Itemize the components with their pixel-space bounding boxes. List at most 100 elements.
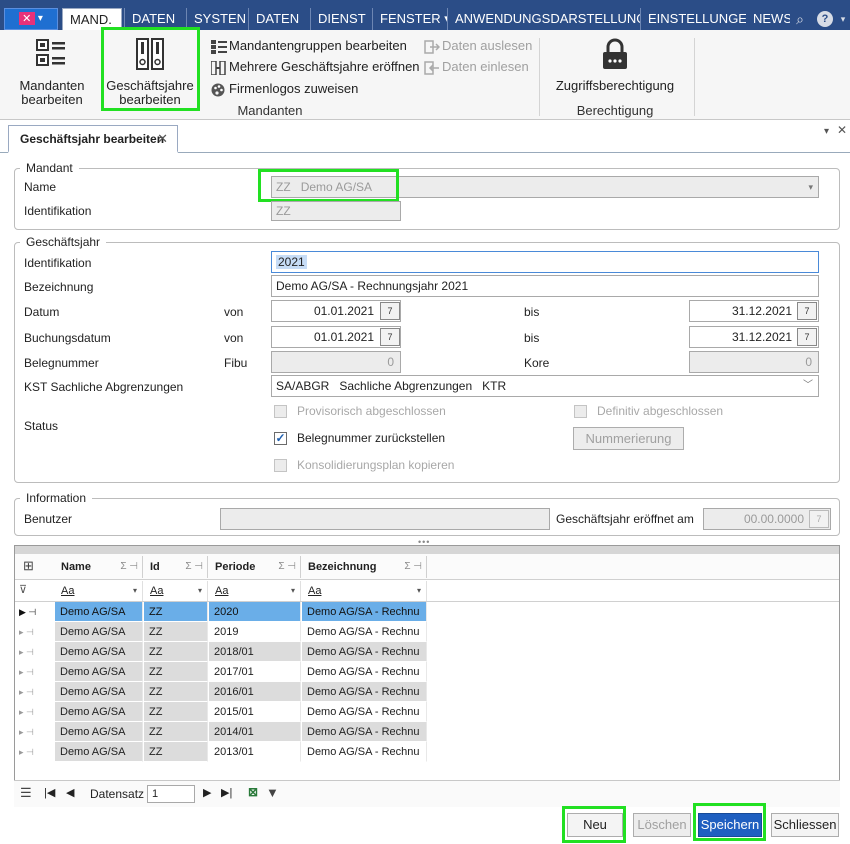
geschaeftsjahre-bearbeiten-button[interactable]: Geschäftsjahre bearbeiten xyxy=(104,38,196,107)
table-cell[interactable]: Demo AG/SA xyxy=(55,742,143,762)
daten-einlesen-button[interactable]: Daten einlesen xyxy=(424,57,529,77)
excel-export-icon[interactable]: ⊠ xyxy=(248,785,258,799)
nummerierung-button[interactable]: Nummerierung xyxy=(573,427,684,450)
zugriffsberechtigung-button[interactable]: Zugriffsberechtigung xyxy=(550,38,680,93)
defin-checkbox[interactable] xyxy=(574,405,587,418)
table-cell[interactable]: Demo AG/SA - Rechnu xyxy=(302,602,427,622)
loeschen-button[interactable]: Löschen xyxy=(633,813,691,837)
table-cell[interactable]: 2020 xyxy=(209,602,301,622)
menu-tab-daten-2[interactable]: DATEN xyxy=(248,8,308,30)
filter-toggle-icon[interactable]: ▼ xyxy=(266,785,279,800)
table-cell[interactable]: Demo AG/SA - Rechnu xyxy=(302,702,427,722)
filter-name[interactable]: Aa ▾ xyxy=(55,581,143,601)
chevron-down-icon: ▾ xyxy=(808,182,813,192)
table-cell[interactable]: Demo AG/SA - Rechnu xyxy=(302,742,427,762)
table-cell[interactable]: 2017/01 xyxy=(209,662,301,682)
calendar-icon[interactable]: 7 xyxy=(380,328,400,346)
menu-tab-fenster[interactable]: FENSTER ▾ xyxy=(372,8,447,30)
mandant-name-label: Name xyxy=(24,180,57,194)
table-cell[interactable]: 2018/01 xyxy=(209,642,301,662)
zurueck-checkbox[interactable]: ✓ xyxy=(274,432,287,445)
first-record-icon[interactable]: |◀ xyxy=(44,786,55,799)
konsol-label: Konsolidierungsplan kopieren xyxy=(297,458,455,472)
app-menu-button[interactable]: ▾ xyxy=(4,8,58,30)
table-cell[interactable]: ZZ xyxy=(144,742,208,762)
filter-icon[interactable]: ⊽ xyxy=(19,583,27,596)
konsol-checkbox[interactable] xyxy=(274,459,287,472)
table-cell[interactable]: 2015/01 xyxy=(209,702,301,722)
table-cell[interactable]: ZZ xyxy=(144,702,208,722)
gj-buchung-von-label: von xyxy=(224,331,244,345)
multi-year-icon xyxy=(211,60,226,75)
firmenlogos-button[interactable]: Firmenlogos zuweisen xyxy=(211,79,358,99)
column-header-id[interactable]: Id Σ ⊣ xyxy=(144,556,208,578)
table-cell[interactable]: Demo AG/SA xyxy=(55,662,143,682)
calendar-icon[interactable]: 7 xyxy=(380,302,400,320)
tab-label: Geschäftsjahr bearbeiten xyxy=(20,132,165,146)
table-cell[interactable]: ZZ xyxy=(144,602,208,622)
table-cell[interactable]: ZZ xyxy=(144,722,208,742)
table-cell[interactable]: ZZ xyxy=(144,662,208,682)
table-cell[interactable]: Demo AG/SA - Rechnu xyxy=(302,722,427,742)
table-cell[interactable]: ZZ xyxy=(144,682,208,702)
mandantengruppen-button[interactable]: Mandantengruppen bearbeiten xyxy=(211,36,407,56)
data-grid: ⊞ Name Σ ⊣ Id Σ ⊣ Periode Σ ⊣ Bezeichnung Σ … xyxy=(14,545,840,807)
menu-tab-dienst[interactable]: DIENST xyxy=(310,8,370,30)
table-cell[interactable]: 2019 xyxy=(209,622,301,642)
table-cell[interactable]: 2016/01 xyxy=(209,682,301,702)
tab-close-icon[interactable]: ✕ xyxy=(157,126,168,152)
table-cell[interactable]: ZZ xyxy=(144,622,208,642)
gj-bez-input[interactable]: Demo AG/SA - Rechnungsjahr 2021 xyxy=(271,275,819,297)
menu-tab-einstellungen[interactable]: EINSTELLUNGEN xyxy=(640,8,746,30)
gj-ident-input[interactable]: 2021 xyxy=(271,251,819,273)
column-header-periode-label: Periode xyxy=(215,561,256,573)
table-cell[interactable]: ZZ xyxy=(144,642,208,662)
table-cell[interactable]: Demo AG/SA xyxy=(55,682,143,702)
mandanten-bearbeiten-button[interactable]: Mandanten bearbeiten xyxy=(12,38,92,107)
daten-auslesen-button[interactable]: Daten auslesen xyxy=(424,36,532,56)
table-cell[interactable]: Demo AG/SA xyxy=(55,702,143,722)
table-cell[interactable]: Demo AG/SA xyxy=(55,722,143,742)
table-cell[interactable]: Demo AG/SA xyxy=(55,602,143,622)
table-cell[interactable]: Demo AG/SA - Rechnu xyxy=(302,662,427,682)
row-indicator-icon: ▸ ⊣ xyxy=(19,627,34,637)
window-close-icon[interactable]: ✕ xyxy=(837,123,847,137)
table-cell[interactable]: 2014/01 xyxy=(209,722,301,742)
datensatz-input[interactable]: 1 xyxy=(147,785,195,803)
filter-bezeichnung[interactable]: Aa ▾ xyxy=(302,581,427,601)
column-header-name[interactable]: Name Σ ⊣ xyxy=(55,556,143,578)
tab-geschaeftsjahr-bearbeiten[interactable]: Geschäftsjahr bearbeiten ✕ xyxy=(8,125,178,153)
help-icon[interactable]: ? xyxy=(817,11,833,27)
datensatz-label: Datensatz xyxy=(90,787,145,801)
help-dropdown-icon[interactable]: ▾ xyxy=(835,11,850,27)
calendar-icon[interactable]: 7 xyxy=(797,328,817,346)
table-cell[interactable]: Demo AG/SA - Rechnu xyxy=(302,622,427,642)
column-chooser-icon[interactable]: ⊞ xyxy=(23,558,34,574)
last-record-icon[interactable]: ▶| xyxy=(221,786,232,799)
table-cell[interactable]: Demo AG/SA xyxy=(55,642,143,662)
column-header-bezeichnung[interactable]: Bezeichnung Σ ⊣ xyxy=(302,556,427,578)
mehrere-geschaeftsjahre-button[interactable]: Mehrere Geschäftsjahre eröffnen xyxy=(211,57,420,77)
search-icon[interactable]: ⌕ xyxy=(792,11,808,27)
prev-record-icon[interactable]: ◀ xyxy=(66,786,74,799)
menu-tab-news[interactable]: NEWS xyxy=(746,8,790,30)
tab-dropdown-icon[interactable]: ▾ xyxy=(824,126,829,137)
export-icon xyxy=(424,39,440,54)
gj-kst-select[interactable]: SA/ABGR Sachliche Abgrenzungen KTR ﹀ xyxy=(271,375,819,397)
prov-checkbox[interactable] xyxy=(274,405,287,418)
table-cell[interactable]: Demo AG/SA xyxy=(55,622,143,642)
gj-kore-field: 0 xyxy=(689,351,819,373)
table-cell[interactable]: Demo AG/SA - Rechnu xyxy=(302,682,427,702)
filter-id[interactable]: Aa ▾ xyxy=(144,581,208,601)
filter-periode[interactable]: Aa ▾ xyxy=(209,581,301,601)
layout-icon[interactable]: ☰ xyxy=(20,785,32,801)
schliessen-button[interactable]: Schliessen xyxy=(771,813,839,837)
zurueck-label: Belegnummer zurückstellen xyxy=(297,431,446,445)
column-header-periode[interactable]: Periode Σ ⊣ xyxy=(209,556,301,578)
ribbon-group-mandanten: Mandanten xyxy=(237,103,303,118)
table-cell[interactable]: 2013/01 xyxy=(209,742,301,762)
calendar-icon[interactable]: 7 xyxy=(797,302,817,320)
next-record-icon[interactable]: ▶ xyxy=(203,786,211,799)
menu-tab-anwendungsdarstellung[interactable]: ANWENDUNGSDARSTELLUNG ▾ xyxy=(447,8,641,30)
table-cell[interactable]: Demo AG/SA - Rechnu xyxy=(302,642,427,662)
